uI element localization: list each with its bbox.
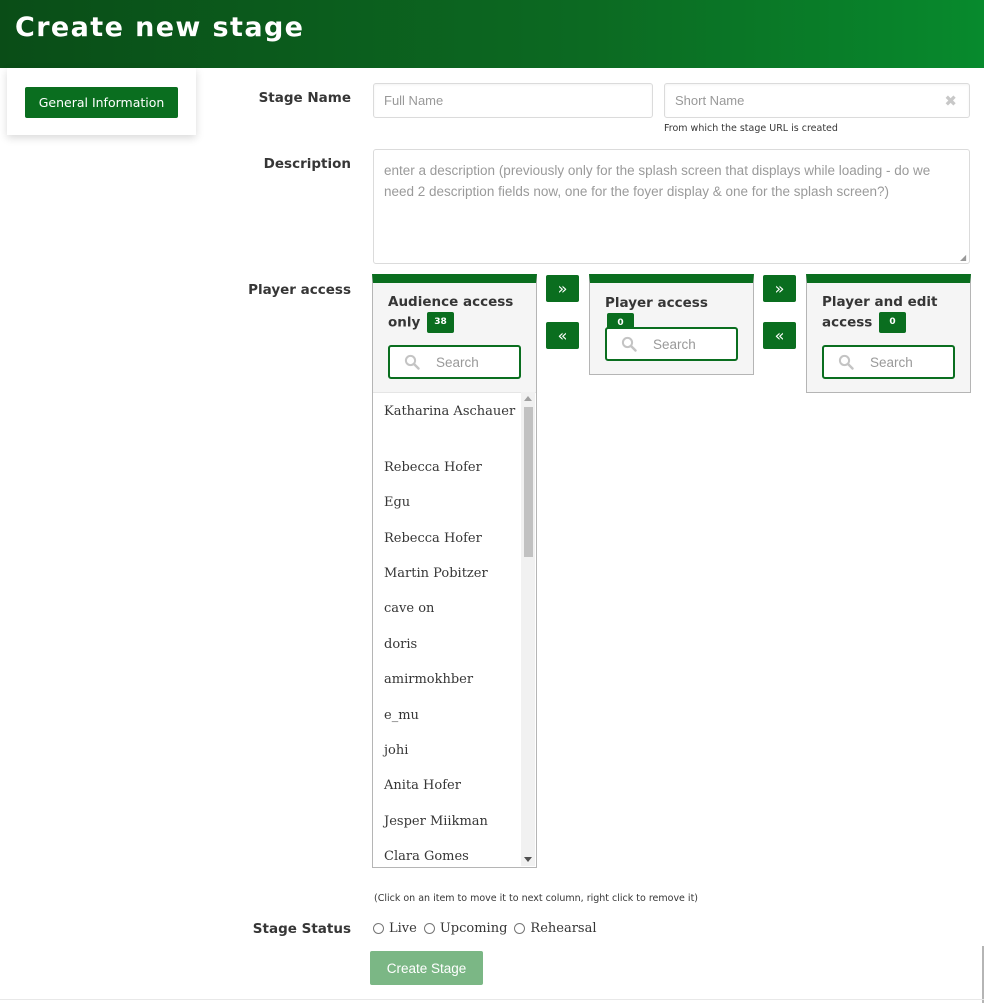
list-item[interactable]: Anita Hofer (384, 775, 524, 796)
list-item[interactable]: Jesper Miikman (384, 811, 524, 832)
create-stage-button[interactable]: Create Stage (370, 951, 483, 985)
player-edit-access-title: Player and edit access 0 (822, 293, 957, 333)
list-item[interactable]: e_mu (384, 705, 524, 726)
list-item[interactable]: Egu (384, 492, 524, 513)
short-name-placeholder: Short Name (675, 93, 745, 108)
full-name-placeholder: Full Name (384, 93, 444, 108)
player-access-label: Player access (248, 282, 351, 298)
list-item[interactable]: Martin Pobitzer (384, 563, 524, 584)
list-item[interactable]: Rebecca Hofer (384, 528, 524, 549)
move-left-button-1[interactable]: « (546, 322, 579, 349)
move-right-button-2[interactable]: » (763, 275, 796, 302)
player-edit-title-line1: Player and edit (822, 294, 938, 310)
radio-live[interactable] (373, 923, 384, 934)
move-right-button-1[interactable]: » (546, 275, 579, 302)
stage-status-radio-group: Live Upcoming Rehearsal (373, 921, 604, 936)
description-textarea[interactable]: enter a description (previously only for… (373, 149, 970, 264)
audience-search-placeholder: Search (436, 354, 479, 370)
list-item[interactable]: cave on (384, 598, 524, 619)
audience-list[interactable]: Katharina Aschauer Rebecca Hofer Egu Reb… (373, 392, 536, 867)
list-item[interactable]: doris (384, 634, 524, 655)
radio-rehearsal[interactable] (514, 923, 526, 934)
audience-access-title-line2: only (388, 314, 421, 331)
short-name-input[interactable]: Short Name ✖ (664, 83, 970, 118)
radio-upcoming-label[interactable]: Upcoming (440, 921, 508, 936)
scroll-up-arrow-icon[interactable] (524, 396, 532, 401)
list-item[interactable]: amirmokhber (384, 669, 524, 690)
description-placeholder: enter a description (previously only for… (384, 163, 931, 199)
general-information-tab[interactable]: General Information (25, 87, 178, 118)
player-access-hint: (Click on an item to move it to next col… (374, 893, 698, 904)
player-search-placeholder: Search (653, 336, 696, 352)
player-edit-title-line2: access (822, 314, 873, 331)
radio-live-label[interactable]: Live (389, 921, 417, 936)
full-name-input[interactable]: Full Name (373, 83, 653, 118)
scroll-down-arrow-icon[interactable] (524, 857, 532, 862)
list-item[interactable]: Rebecca Hofer (384, 457, 524, 478)
audience-count-badge: 38 (427, 312, 455, 333)
sidebar-card: General Information (7, 68, 196, 135)
resize-handle-icon[interactable]: ◢ (960, 254, 968, 262)
radio-rehearsal-label[interactable]: Rehearsal (530, 921, 596, 936)
scrollbar-thumb[interactable] (524, 407, 533, 557)
page-header: Create new stage (0, 0, 984, 68)
player-edit-search-placeholder: Search (870, 354, 913, 370)
search-icon (838, 354, 854, 370)
audience-access-title: Audience access only 38 (388, 293, 523, 333)
player-edit-search-input[interactable]: Search (822, 345, 955, 379)
radio-upcoming[interactable] (423, 923, 435, 934)
audience-search-input[interactable]: Search (388, 345, 521, 379)
search-icon (404, 354, 420, 370)
short-name-help: From which the stage URL is created (664, 123, 838, 134)
stage-name-label: Stage Name (258, 90, 351, 106)
search-icon (621, 336, 637, 352)
list-item[interactable]: Clara Gomes (384, 846, 524, 867)
stage-status-label: Stage Status (252, 921, 351, 937)
list-item[interactable]: Katharina Aschauer (384, 401, 524, 422)
page-title: Create new stage (15, 12, 305, 43)
audience-list-scrollbar[interactable] (521, 392, 535, 866)
bottom-divider (0, 999, 984, 1000)
list-item[interactable]: johi (384, 740, 524, 761)
move-left-button-2[interactable]: « (763, 322, 796, 349)
clear-icon[interactable]: ✖ (944, 92, 957, 110)
player-edit-count-badge: 0 (879, 312, 907, 333)
description-label: Description (263, 156, 351, 172)
player-search-input[interactable]: Search (605, 327, 738, 361)
player-access-title-line1: Player access (605, 295, 708, 311)
audience-access-title-line1: Audience access (388, 294, 514, 310)
